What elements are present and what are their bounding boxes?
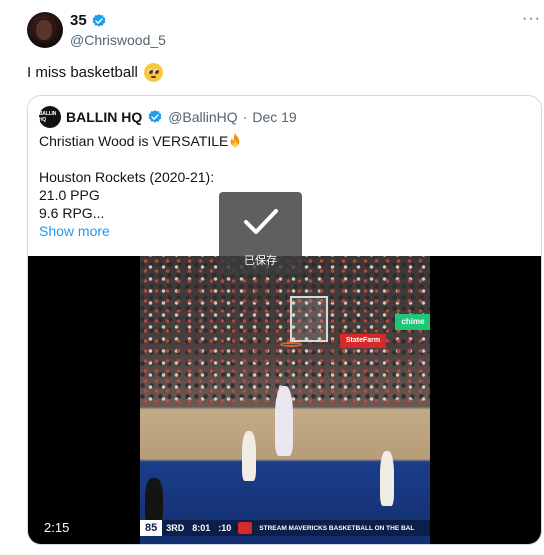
player-figure [145, 478, 163, 523]
team-score: 85 [140, 520, 163, 536]
display-name[interactable]: 35 [70, 12, 87, 29]
stream-banner: STREAM MAVERICKS BASKETBALL ON THE BAL [259, 524, 415, 532]
saved-label: 已保存 [244, 255, 277, 267]
show-more-link[interactable]: Show more [39, 223, 110, 239]
avatar-face [36, 20, 52, 40]
user-avatar[interactable] [27, 12, 63, 48]
quote-body: Christian Wood is VERSATILE Houston Rock… [39, 132, 242, 222]
tweet-text-content: I miss basketball [27, 64, 138, 81]
quote-handle[interactable]: @BallinHQ [168, 109, 237, 125]
user-handle[interactable]: @Chriswood_5 [70, 32, 166, 48]
quote-line [39, 150, 242, 168]
quote-line-text: Christian Wood is VERSATILE [39, 133, 229, 149]
crowd-background [140, 256, 430, 404]
saved-toast: 已保存 [219, 192, 302, 275]
quoted-tweet-card[interactable]: BALLIN HQ BALLIN HQ @BallinHQ · Dec 19 C… [27, 95, 542, 545]
quote-avatar[interactable]: BALLIN HQ [39, 106, 61, 128]
shot-clock: :10 [218, 523, 232, 533]
quote-separator: · [242, 109, 248, 125]
statefarm-sign: StateFarm [340, 334, 386, 348]
quote-display-name[interactable]: BALLIN HQ [66, 109, 142, 125]
sponsor-logo-icon [238, 522, 253, 534]
quote-line: 21.0 PPG [39, 187, 100, 203]
video-frame: StateFarm chime 85 3RD 8:01 :10 STREAM M… [140, 256, 430, 544]
basketball-rim [280, 342, 302, 347]
player-figure [242, 431, 256, 481]
more-options-button[interactable]: ··· [522, 10, 541, 28]
quote-header: BALLIN HQ BALLIN HQ @BallinHQ · Dec 19 [39, 106, 297, 128]
player-figure [275, 386, 293, 456]
game-clock: 8:01 [192, 523, 211, 533]
quote-line: Houston Rockets (2020-21): [39, 169, 215, 185]
tweet-text: I miss basketball [27, 63, 163, 82]
verified-badge-icon [148, 110, 162, 123]
video-duration: 2:15 [44, 520, 70, 535]
backboard [290, 296, 328, 342]
quote-date[interactable]: Dec 19 [252, 109, 296, 125]
chime-sign: chime [395, 314, 430, 330]
quote-line: 9.6 RPG... [39, 205, 105, 221]
checkmark-icon [244, 209, 278, 234]
player-figure [380, 451, 394, 506]
fire-emoji-icon [230, 133, 240, 148]
scoreboard-bar: 85 3RD 8:01 :10 STREAM MAVERICKS BASKETB… [140, 520, 430, 536]
quote-line: Christian Wood is VERSATILE [39, 132, 242, 150]
verified-badge-icon [92, 13, 106, 27]
quarter: 3RD [166, 523, 185, 533]
tweet-header: 35 @Chriswood_5 ··· [27, 10, 540, 52]
video-player[interactable]: StateFarm chime 85 3RD 8:01 :10 STREAM M… [28, 256, 541, 544]
pleading-face-emoji-icon [143, 63, 163, 82]
name-row: 35 [70, 12, 107, 29]
